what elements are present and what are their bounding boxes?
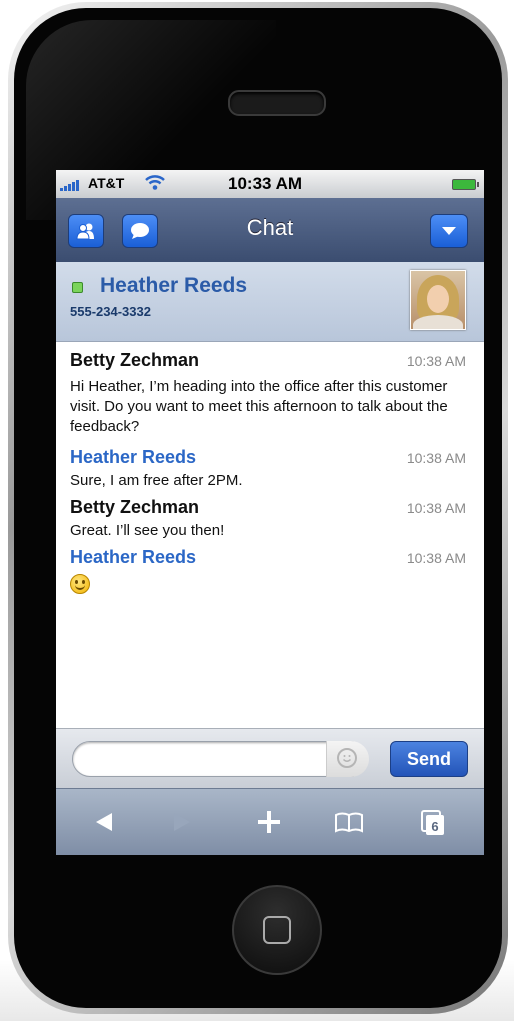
- message-time: 10:38 AM: [406, 550, 466, 566]
- contact-name[interactable]: Heather Reeds: [100, 274, 247, 298]
- bookmarks-book-icon[interactable]: [332, 807, 366, 837]
- message-item: Betty Zechman 10:38 AM Hi Heather, I’m h…: [56, 350, 484, 437]
- avatar[interactable]: [410, 270, 466, 330]
- message-time: 10:38 AM: [406, 500, 466, 516]
- emoji-button[interactable]: [326, 741, 369, 777]
- message-time: 10:38 AM: [406, 353, 466, 369]
- status-time: 10:33 AM: [228, 174, 303, 193]
- earpiece-speaker: [228, 90, 326, 116]
- message-item: Heather Reeds 10:38 AM: [56, 547, 484, 599]
- message-item: Betty Zechman 10:38 AM Great. I’ll see y…: [56, 497, 484, 541]
- message-text: Hi Heather, I’m heading into the office …: [70, 378, 448, 435]
- browser-toolbar: 6: [56, 788, 484, 855]
- add-plus-icon[interactable]: [252, 807, 286, 837]
- home-button[interactable]: [232, 885, 322, 975]
- phone-screen: AT&T 10:33 AM Chat Heather Reeds 555-234…: [56, 170, 484, 855]
- signal-strength-icon: [60, 180, 79, 191]
- contact-phone[interactable]: 555-234-3332: [70, 304, 151, 319]
- message-text: Sure, I am free after 2PM.: [70, 472, 243, 489]
- battery-icon: [452, 179, 479, 190]
- message-time: 10:38 AM: [406, 450, 466, 466]
- presence-status-icon: [72, 282, 83, 293]
- tabs-pages-icon[interactable]: 6: [416, 807, 450, 837]
- wifi-icon: [145, 175, 165, 190]
- contact-header: Heather Reeds 555-234-3332: [56, 262, 484, 342]
- carrier-label: AT&T: [88, 175, 125, 191]
- message-item: Heather Reeds 10:38 AM Sure, I am free a…: [56, 447, 484, 491]
- home-square-icon: [263, 916, 291, 944]
- composer-bar: Send: [56, 728, 484, 788]
- back-arrow-icon[interactable]: [86, 807, 120, 837]
- status-bar: AT&T 10:33 AM: [56, 170, 484, 198]
- page-title: Chat: [246, 215, 294, 240]
- message-input[interactable]: [72, 741, 368, 777]
- smiley-icon: [337, 748, 357, 768]
- menu-dropdown-button[interactable]: [430, 214, 468, 248]
- message-text: Great. I’ll see you then!: [70, 522, 225, 539]
- chevron-down-icon: [442, 227, 456, 235]
- tabs-count: 6: [431, 819, 438, 834]
- forward-arrow-icon[interactable]: [166, 807, 200, 837]
- chat-navbar: Chat: [56, 198, 484, 262]
- smiley-icon: [70, 574, 90, 594]
- send-button[interactable]: Send: [390, 741, 468, 777]
- message-list: Betty Zechman 10:38 AM Hi Heather, I’m h…: [56, 342, 484, 728]
